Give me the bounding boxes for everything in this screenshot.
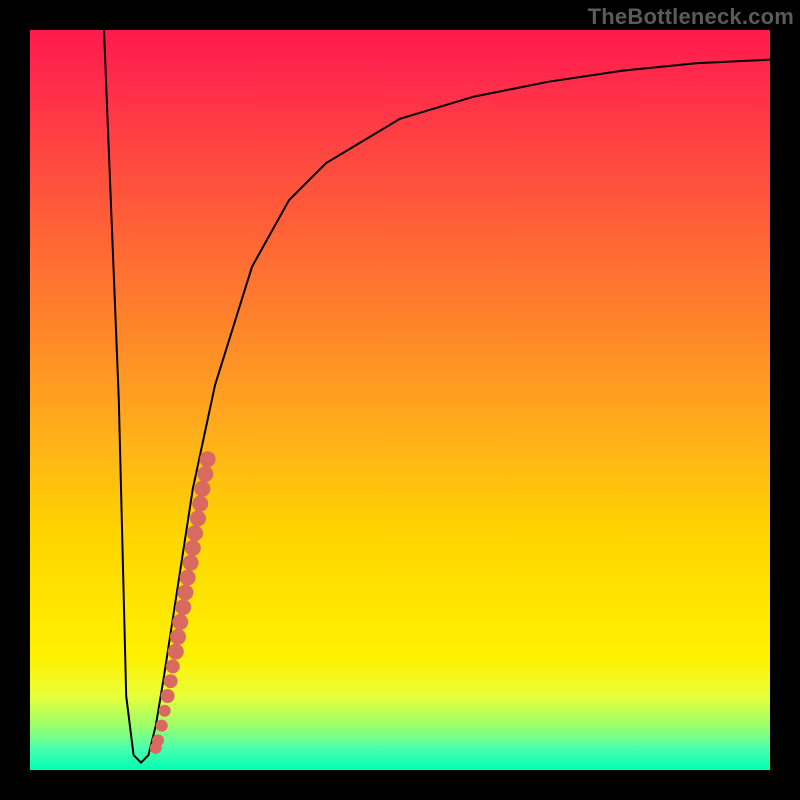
marker-dot — [180, 570, 196, 586]
marker-dot — [152, 734, 164, 746]
marker-dot — [172, 614, 188, 630]
marker-dot — [185, 540, 201, 556]
marker-dot — [177, 584, 193, 600]
marker-dot — [164, 674, 178, 688]
marker-dot — [187, 525, 203, 541]
plot-area — [30, 30, 770, 770]
marker-group — [150, 451, 216, 754]
marker-dot — [156, 720, 168, 732]
marker-dot — [159, 705, 171, 717]
marker-dot — [170, 629, 186, 645]
chart-svg — [30, 30, 770, 770]
marker-dot — [166, 659, 180, 673]
marker-dot — [190, 510, 206, 526]
marker-dot — [183, 555, 199, 571]
marker-dot — [197, 466, 213, 482]
chart-frame: TheBottleneck.com — [0, 0, 800, 800]
marker-dot — [168, 644, 184, 660]
marker-dot — [161, 689, 175, 703]
marker-dot — [200, 451, 216, 467]
marker-dot — [192, 496, 208, 512]
marker-dot — [175, 599, 191, 615]
watermark-text: TheBottleneck.com — [588, 4, 794, 30]
bottleneck-curve — [104, 30, 770, 763]
marker-dot — [194, 481, 210, 497]
